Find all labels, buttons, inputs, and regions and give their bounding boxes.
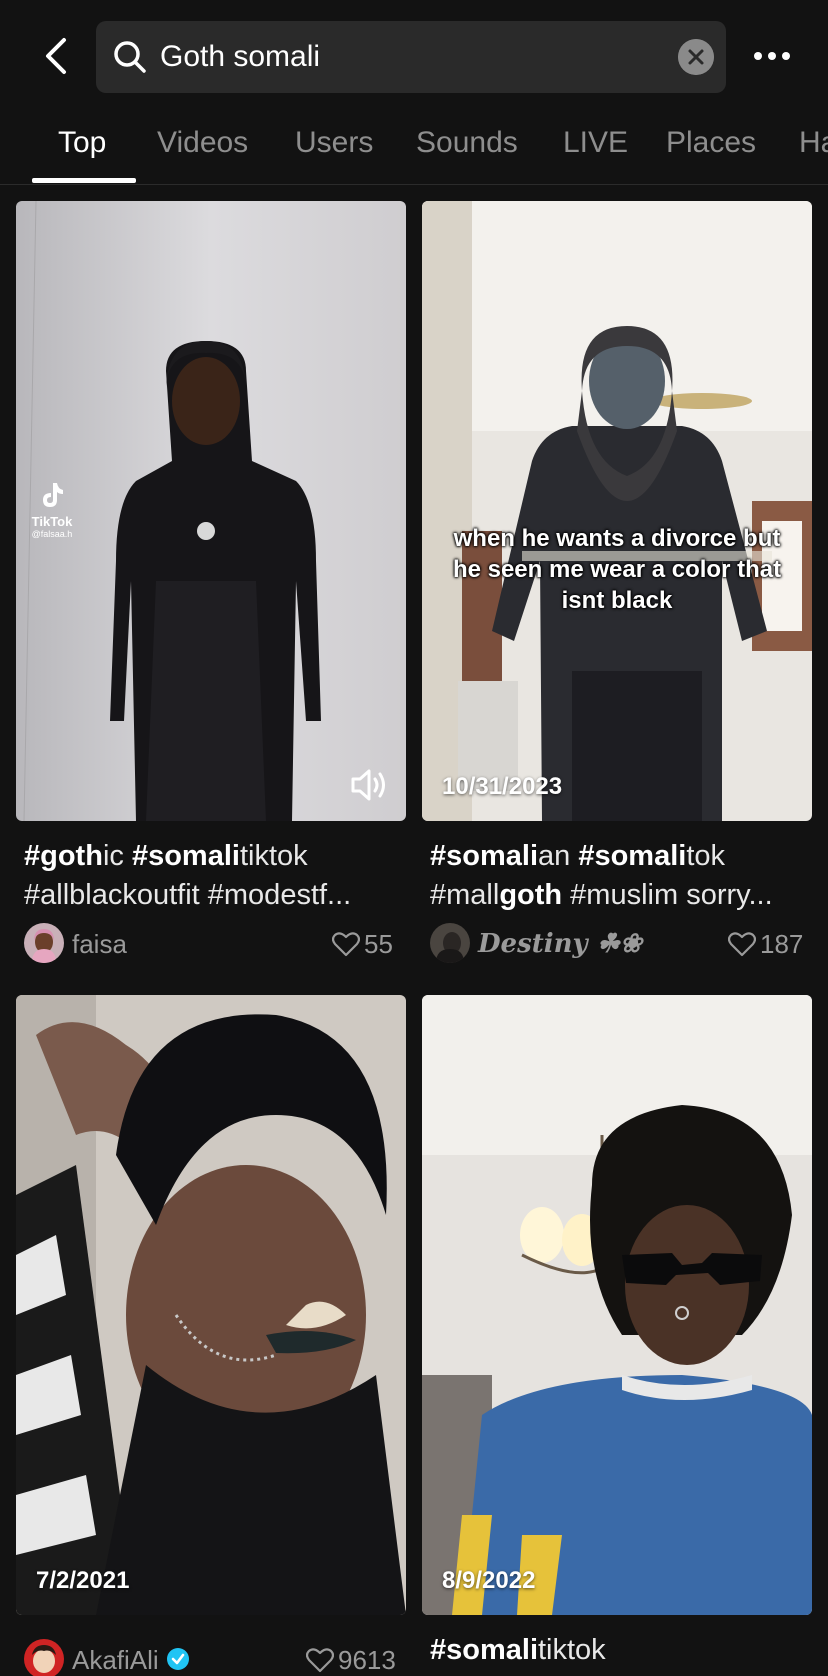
- video-thumbnail[interactable]: TikTok @falsaa.h: [16, 201, 406, 821]
- caption-segment: goth: [499, 879, 563, 911]
- caption-segment: #mall: [430, 879, 500, 911]
- video-date: 10/31/2023: [442, 773, 563, 800]
- caption-segment: #allblackoutfit #modestf...: [24, 879, 352, 911]
- caption-segment: #muslim sorry...: [562, 879, 773, 911]
- clear-search-icon[interactable]: [678, 39, 714, 75]
- video-date: 7/2/2021: [36, 1567, 130, 1594]
- like-count: 55: [364, 929, 393, 959]
- avatar[interactable]: [430, 923, 470, 963]
- avatar[interactable]: [24, 1639, 64, 1676]
- tab-hashtags[interactable]: Ha: [799, 126, 828, 176]
- video-date: 8/9/2022: [442, 1567, 536, 1594]
- avatar[interactable]: [24, 923, 64, 963]
- caption-segment: #goth: [24, 840, 103, 872]
- back-chevron-icon[interactable]: [36, 34, 76, 78]
- tab-sounds[interactable]: Sounds: [416, 126, 518, 176]
- like-count: 187: [760, 929, 804, 959]
- verified-badge-icon: [167, 1648, 189, 1670]
- speaker-icon[interactable]: [350, 767, 390, 803]
- heart-icon: [306, 1648, 334, 1673]
- tab-videos[interactable]: Videos: [157, 126, 248, 176]
- more-options-icon[interactable]: [750, 38, 794, 74]
- video-card[interactable]: 7/2/2021 AkafiAli 9613: [16, 995, 406, 1676]
- watermark-handle: @falsaa.h: [31, 529, 73, 539]
- search-icon: [114, 41, 146, 73]
- video-caption[interactable]: #somalian #somalitok #mallgoth #muslim s…: [430, 837, 806, 915]
- author-name[interactable]: 𝑫𝒆𝒔𝒕𝒊𝒏𝒚 ☘❀: [478, 929, 642, 959]
- tiktok-logo-icon: [43, 483, 63, 507]
- search-header: [0, 0, 828, 112]
- video-thumbnail[interactable]: 7/2/2021: [16, 995, 406, 1615]
- caption-segment: tok: [686, 840, 726, 872]
- caption-segment: ic: [102, 840, 132, 872]
- tab-places[interactable]: Places: [666, 126, 756, 176]
- video-card[interactable]: TikTok @falsaa.h #gothic #somalitiktok #…: [16, 201, 406, 963]
- search-input[interactable]: [160, 21, 640, 93]
- watermark-brand: TikTok: [31, 514, 73, 529]
- thumbnail-image: [16, 995, 406, 1615]
- author-name[interactable]: AkafiAli: [72, 1645, 159, 1676]
- video-card[interactable]: when he wants a divorce but he seen me w…: [422, 201, 812, 963]
- heart-icon: [728, 932, 756, 957]
- tiktok-watermark: TikTok @falsaa.h: [22, 481, 82, 539]
- search-tabs: Top Videos Users Sounds LIVE Places Ha: [0, 112, 828, 185]
- video-overlay-text: when he wants a divorce but he seen me w…: [452, 525, 782, 614]
- tab-top[interactable]: Top: [58, 126, 106, 176]
- caption-segment: tiktok: [538, 1634, 606, 1666]
- caption-segment: #somali: [430, 840, 538, 872]
- thumbnail-image: [422, 201, 812, 821]
- like-count: 9613: [338, 1645, 396, 1675]
- caption-segment: an: [538, 840, 579, 872]
- caption-segment: #somali: [578, 840, 687, 872]
- video-thumbnail[interactable]: 8/9/2022: [422, 995, 812, 1615]
- video-thumbnail[interactable]: when he wants a divorce but he seen me w…: [422, 201, 812, 821]
- search-bar[interactable]: [96, 21, 726, 93]
- caption-segment: #somali: [430, 1634, 538, 1666]
- heart-icon: [332, 932, 360, 957]
- tab-users[interactable]: Users: [295, 126, 373, 176]
- tab-live[interactable]: LIVE: [563, 126, 628, 176]
- active-tab-indicator: [32, 178, 136, 183]
- video-card[interactable]: 8/9/2022 #somalitiktok: [422, 995, 812, 1676]
- thumbnail-image: [422, 995, 812, 1615]
- author-name[interactable]: faisa: [72, 929, 127, 960]
- caption-segment: #somali: [131, 840, 240, 872]
- caption-segment: tiktok: [239, 840, 308, 872]
- video-caption[interactable]: #somalitiktok: [430, 1631, 806, 1670]
- video-caption[interactable]: #gothic #somalitiktok #allblackoutfit #m…: [24, 837, 400, 915]
